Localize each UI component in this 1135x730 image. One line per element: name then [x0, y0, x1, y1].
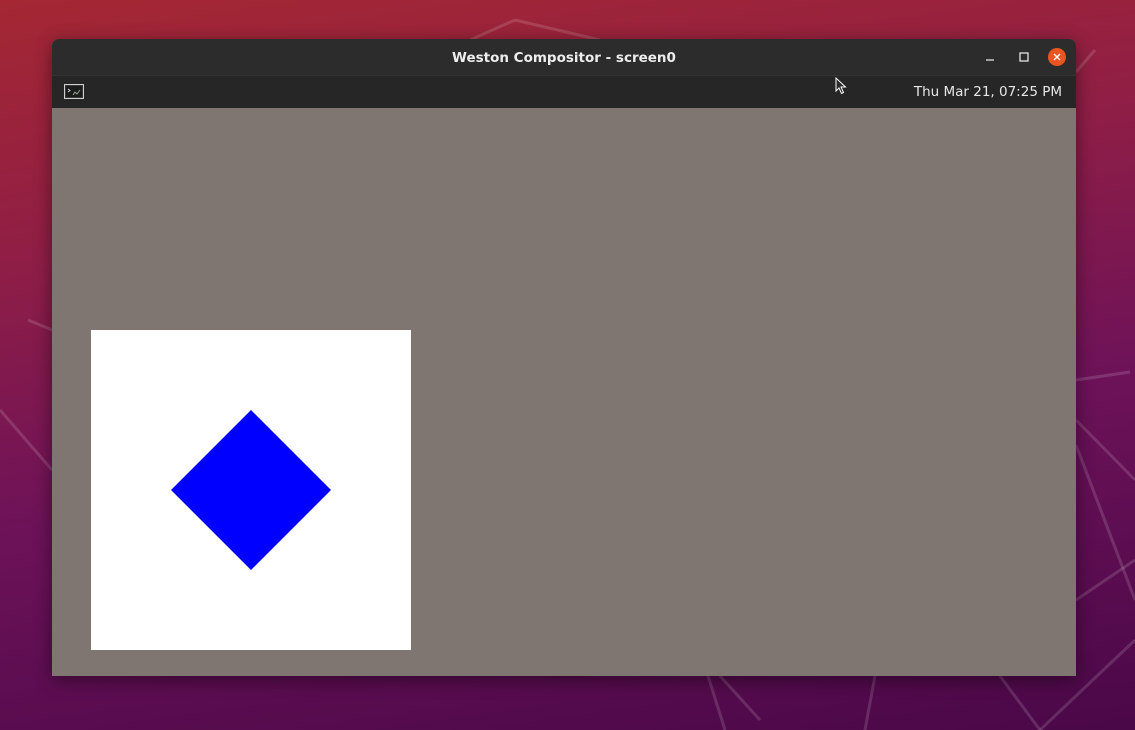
close-button[interactable] [1048, 48, 1066, 66]
compositor-workspace[interactable] [52, 108, 1076, 676]
weston-panel: Thu Mar 21, 07:25 PM [52, 75, 1076, 108]
terminal-launcher-button[interactable] [64, 84, 84, 99]
title-bar[interactable]: Weston Compositor - screen0 [52, 39, 1076, 75]
weston-window: Weston Compositor - screen0 Thu Mar 21, … [52, 39, 1076, 676]
mouse-cursor-icon [835, 77, 847, 95]
window-title: Weston Compositor - screen0 [452, 50, 676, 66]
minimize-button[interactable] [981, 48, 999, 66]
client-surface[interactable] [91, 330, 411, 650]
maximize-button[interactable] [1015, 48, 1033, 66]
terminal-icon [64, 84, 84, 99]
maximize-icon [1019, 52, 1029, 62]
panel-clock: Thu Mar 21, 07:25 PM [913, 84, 1062, 100]
minimize-icon [986, 59, 994, 61]
close-icon [1053, 53, 1061, 61]
blue-diamond-shape [171, 410, 331, 570]
